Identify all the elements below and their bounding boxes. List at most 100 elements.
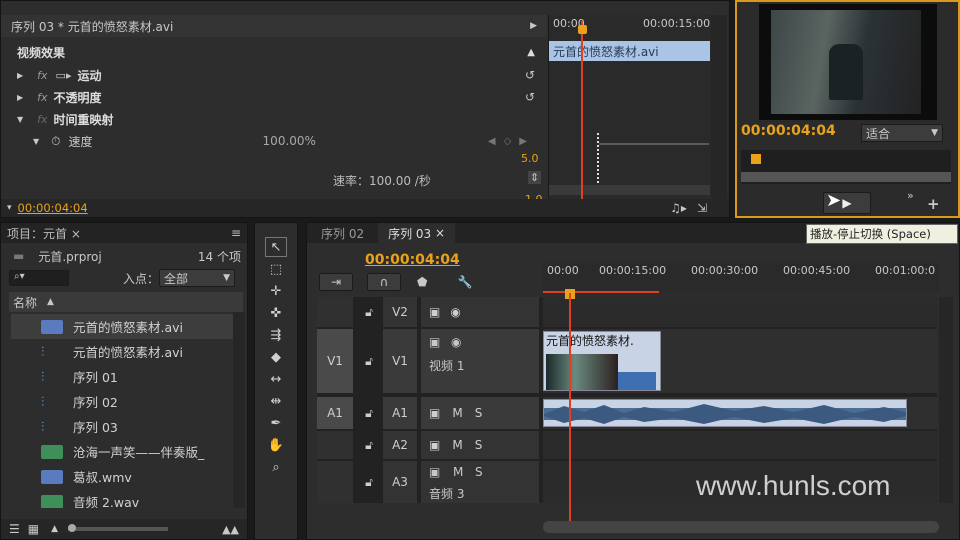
lock-icon[interactable]: 🔓︎	[361, 431, 377, 459]
track-a1[interactable]	[543, 397, 937, 429]
expanded-arrow-icon[interactable]: ▼	[17, 115, 23, 124]
effect-row-motion[interactable]: ▶ fx ▭▸ 运动 ↺	[1, 64, 547, 86]
solo-button[interactable]: S	[475, 465, 483, 479]
slip-tool-icon[interactable]: ↔	[265, 369, 287, 389]
fit-dropdown[interactable]: 适合 ▼	[861, 124, 943, 142]
ec-playhead[interactable]	[581, 21, 583, 199]
list-item[interactable]: 音频 2.wav	[11, 489, 237, 508]
track-a2[interactable]	[543, 431, 937, 459]
eye-icon[interactable]: ◉	[450, 305, 460, 319]
playhead-handle[interactable]	[578, 25, 587, 34]
lock-icon[interactable]: 🔓︎	[361, 461, 377, 503]
collapse-icon[interactable]: ▾	[7, 203, 12, 213]
project-tab[interactable]: 项目：元首 ×	[7, 225, 81, 242]
track-name-a3[interactable]: A3	[383, 461, 417, 503]
source-patch-v1[interactable]: V1	[317, 329, 353, 393]
track-name-a1[interactable]: A1	[383, 397, 417, 429]
search-input[interactable]: ⌕▾	[9, 270, 69, 286]
track-name-v1[interactable]: V1	[383, 329, 417, 393]
track-name-a2[interactable]: A2	[383, 431, 417, 459]
zoom-slider[interactable]	[68, 524, 169, 532]
keyframe-nav-icon[interactable]: ◀◇▶	[488, 136, 535, 147]
audio-clip[interactable]	[543, 399, 907, 427]
track-name-v2[interactable]: V2	[383, 297, 417, 327]
source-patch-a1[interactable]: A1	[317, 397, 353, 429]
timeline-vscroll[interactable]	[939, 297, 953, 503]
mute-button[interactable]: M	[453, 465, 463, 479]
marker-icon[interactable]: ⬟	[417, 275, 427, 289]
audio-icon[interactable]: ▣	[429, 406, 440, 420]
expand-arrow-icon[interactable]: ▶	[17, 93, 23, 102]
list-item[interactable]: 元首的愤怒素材.avi	[11, 314, 237, 339]
monitor-scrubber[interactable]	[741, 150, 951, 184]
work-area-bar[interactable]	[543, 291, 659, 293]
zoom-tool-icon[interactable]: ⌕	[265, 457, 287, 477]
pen-tool-icon[interactable]: ✒	[265, 413, 287, 433]
film-icon[interactable]: ▣	[429, 335, 440, 349]
more-controls-icon[interactable]: »	[907, 189, 914, 202]
selection-tool-icon[interactable]: ↖	[265, 237, 287, 257]
track-v2[interactable]	[543, 297, 937, 327]
mute-button[interactable]: M	[452, 406, 462, 420]
slide-tool-icon[interactable]: ⇹	[265, 391, 287, 411]
nest-icon[interactable]: ⇥	[319, 273, 353, 291]
list-item[interactable]: ⫶ 序列 01	[11, 364, 237, 389]
track-v1[interactable]: 元首的愤怒素材.	[543, 329, 937, 393]
list-item[interactable]: ⫶ 序列 02	[11, 389, 237, 414]
eye-icon[interactable]: ◉	[451, 335, 461, 349]
expand-arrow-icon[interactable]: ▶	[17, 71, 23, 80]
play-only-icon[interactable]: ▶	[530, 21, 537, 31]
add-button-icon[interactable]: +	[927, 195, 940, 213]
stopwatch-icon[interactable]: ⏱	[51, 134, 60, 149]
ec-vscroll[interactable]	[711, 15, 727, 199]
source-patch-empty[interactable]	[317, 431, 353, 459]
timeline-timecode[interactable]: 00:00:04:04	[365, 252, 460, 268]
ripple-edit-tool-icon[interactable]: ✛	[265, 281, 287, 301]
ec-scrollbar[interactable]	[549, 185, 710, 195]
timeline-ruler[interactable]: 00:00 00:00:15:00 00:00:30:00 00:00:45:0…	[543, 263, 939, 293]
expanded-arrow-icon[interactable]: ▼	[33, 137, 39, 146]
monitor-playhead[interactable]	[751, 154, 761, 164]
tab-sequence-03[interactable]: 序列 03 ×	[378, 223, 456, 243]
wrench-icon[interactable]: 🔧	[457, 275, 472, 289]
list-view-icon[interactable]: ☰	[9, 522, 20, 536]
snap-icon[interactable]: ∩	[367, 273, 401, 291]
icon-view-icon[interactable]: ▦	[28, 522, 39, 536]
lock-icon[interactable]: 🔓︎	[361, 297, 377, 327]
film-icon[interactable]: ▣	[429, 305, 440, 319]
lock-icon[interactable]: 🔓︎	[361, 397, 377, 429]
reset-icon[interactable]: ↺	[525, 90, 535, 104]
loop-audio-icon[interactable]: ♫▸	[670, 201, 687, 215]
effect-row-time-remap[interactable]: ▼ fx 时间重映射	[1, 108, 547, 130]
hand-tool-icon[interactable]: ✋	[265, 435, 287, 455]
solo-button[interactable]: S	[475, 406, 483, 420]
solo-button[interactable]: S	[475, 438, 483, 452]
zoom-in-icon[interactable]: ▲▲	[222, 523, 239, 536]
list-item[interactable]: ⫶ 元首的愤怒素材.avi	[11, 339, 237, 364]
column-header[interactable]: 名称 ▲	[9, 292, 243, 312]
ec-timecode[interactable]: 00:00:04:04	[18, 201, 88, 215]
monitor-zoom-bar[interactable]	[741, 172, 951, 182]
lock-icon[interactable]: 🔓︎	[361, 329, 377, 393]
track-select-tool-icon[interactable]: ⬚	[265, 259, 287, 279]
reset-icon[interactable]: ↺	[525, 68, 535, 82]
panel-menu-icon[interactable]: ≡	[231, 226, 241, 240]
export-icon[interactable]: ⇲	[697, 201, 707, 215]
zoom-out-icon[interactable]: ▲	[51, 524, 58, 534]
speed-keyframe[interactable]	[597, 133, 599, 183]
rolling-edit-tool-icon[interactable]: ✜	[265, 303, 287, 323]
effect-row-opacity[interactable]: ▶ fx 不透明度 ↺	[1, 86, 547, 108]
graph-toggle-icon[interactable]: ⇕	[528, 171, 542, 184]
speed-value[interactable]: 100.00%	[263, 134, 316, 148]
list-item[interactable]: 葛叔.wmv	[11, 464, 237, 489]
audio-icon[interactable]: ▣	[429, 465, 440, 479]
razor-tool-icon[interactable]: ◆	[265, 347, 287, 367]
list-item[interactable]: 沧海一声笑——伴奏版_	[11, 439, 237, 464]
in-point-dropdown[interactable]: 全部 ▼	[159, 269, 236, 287]
mute-button[interactable]: M	[452, 438, 462, 452]
monitor-timecode[interactable]: 00:00:04:04	[741, 123, 836, 139]
video-clip[interactable]: 元首的愤怒素材.	[543, 331, 661, 391]
audio-icon[interactable]: ▣	[429, 438, 440, 452]
list-item[interactable]: ⫶ 序列 03	[11, 414, 237, 439]
tab-sequence-02[interactable]: 序列 02	[307, 225, 378, 242]
